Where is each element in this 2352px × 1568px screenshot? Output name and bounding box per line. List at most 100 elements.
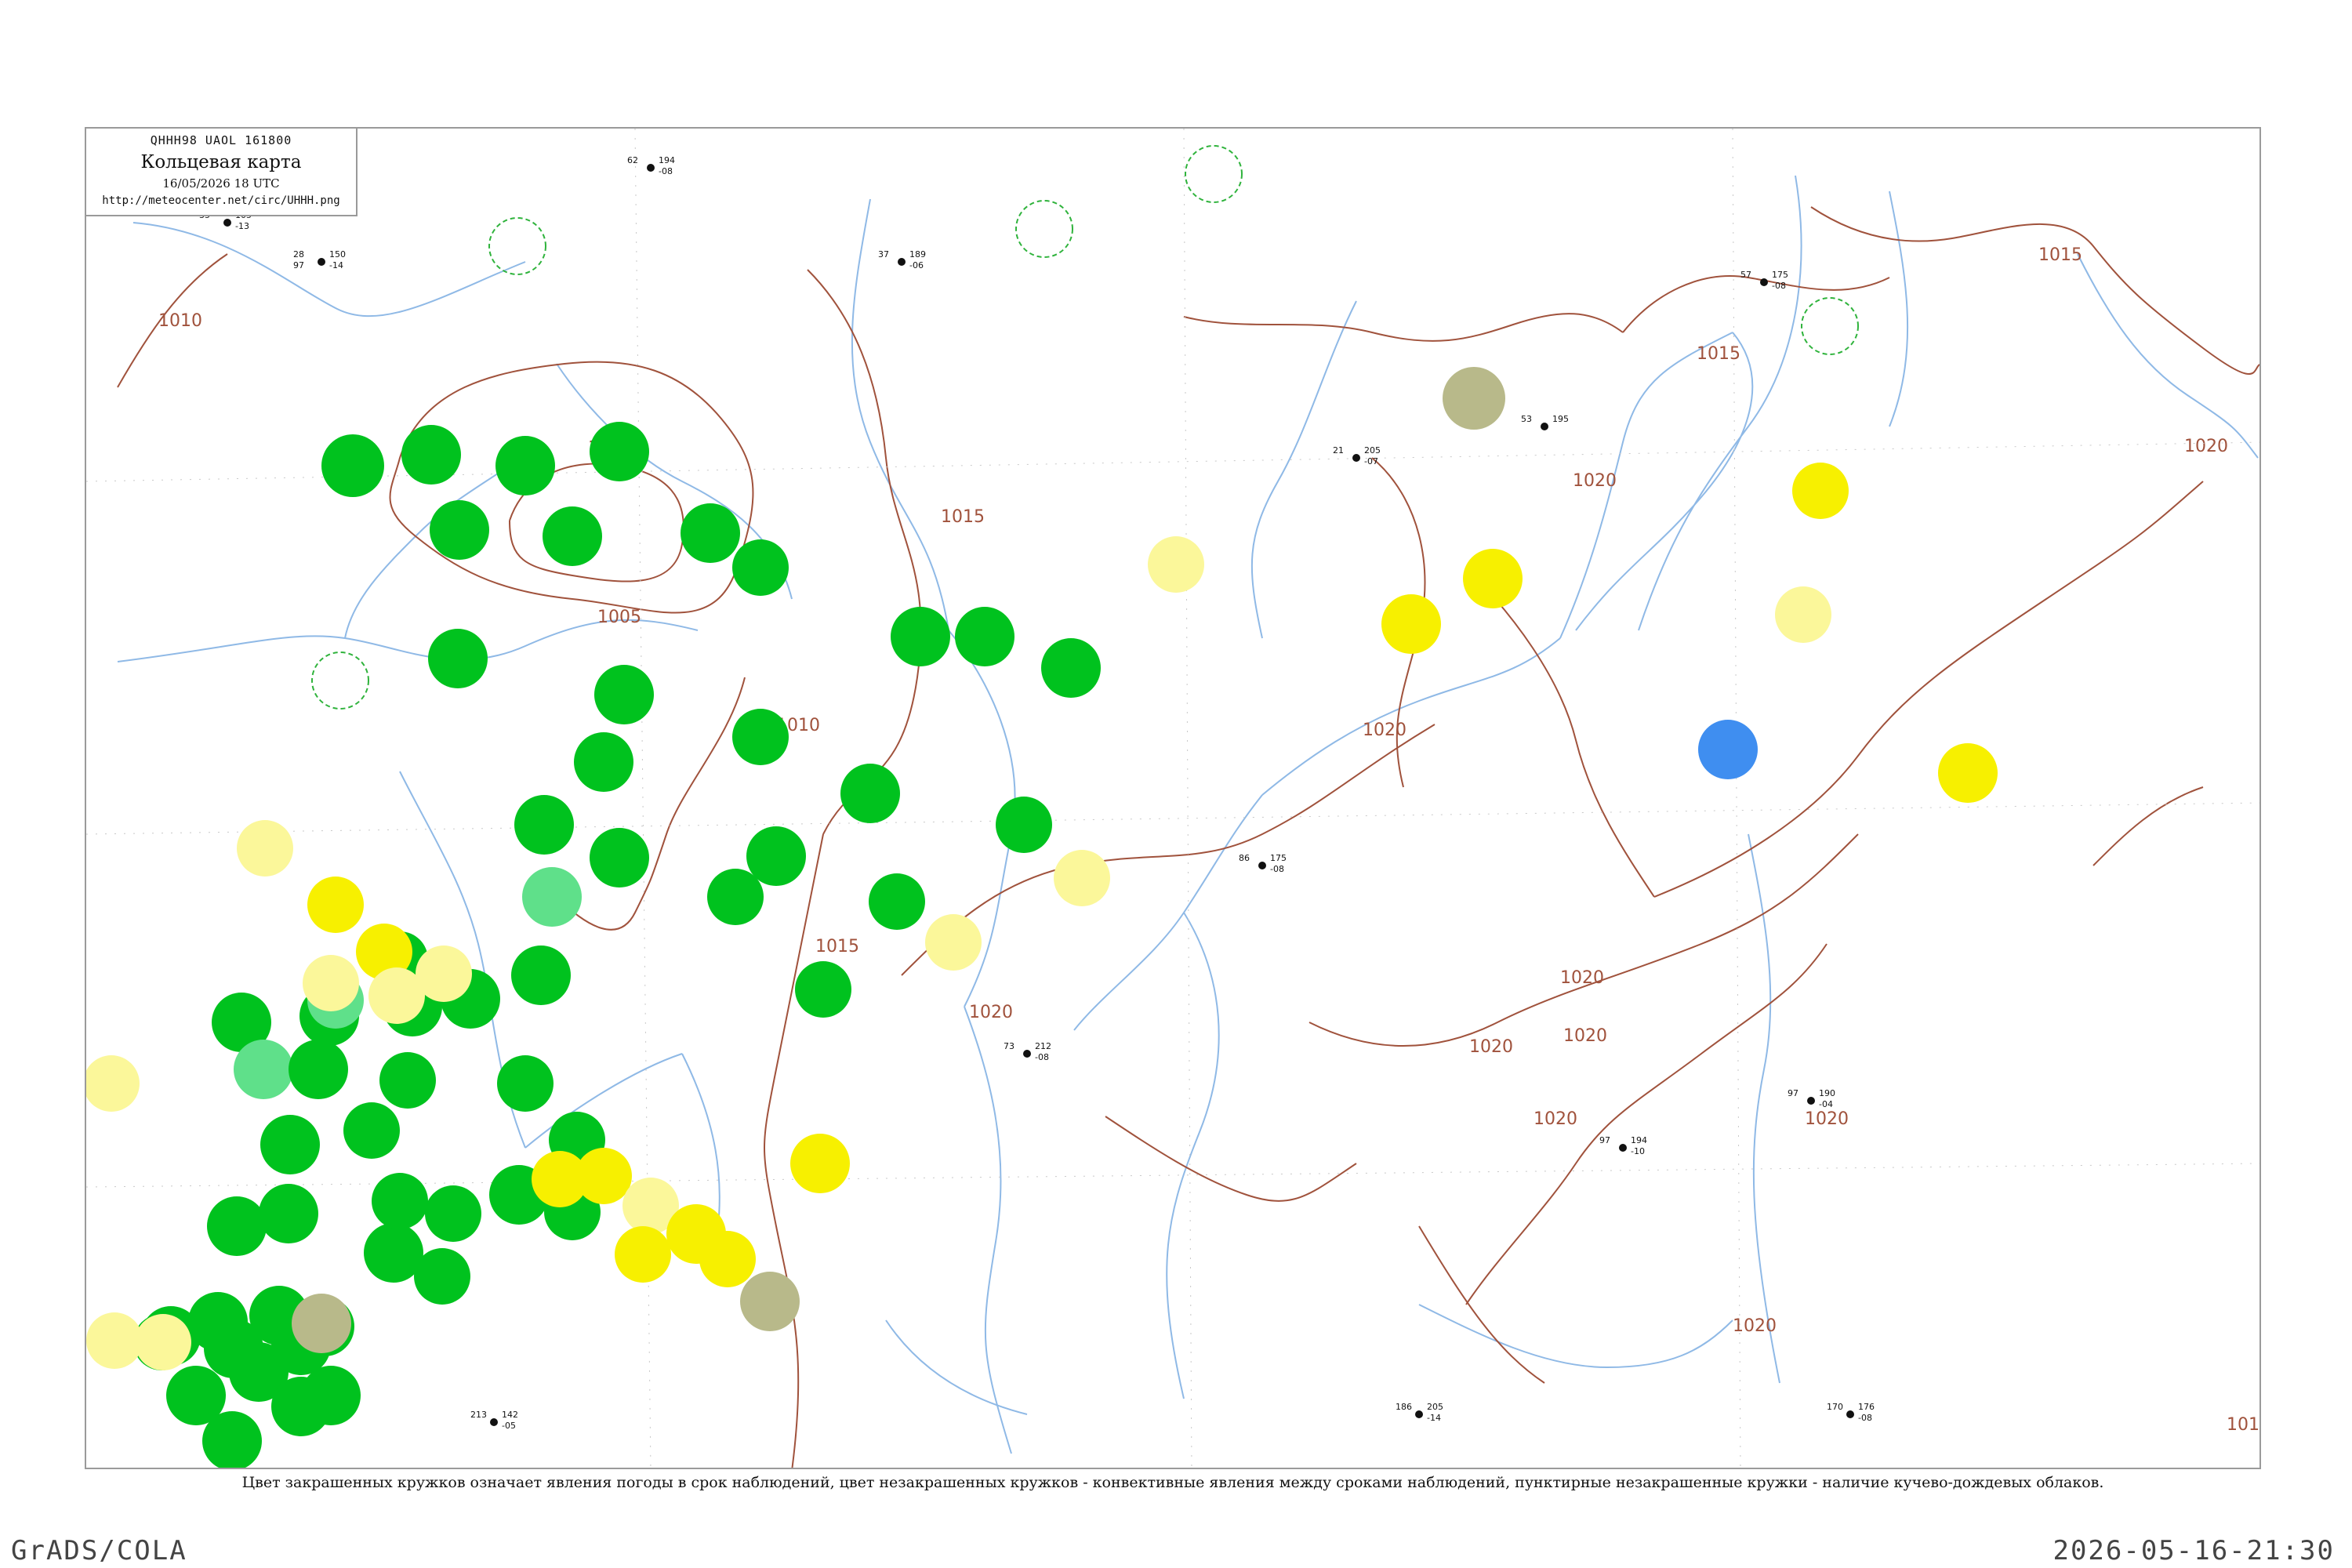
station-plot: 97 190-04 (1788, 1088, 1835, 1109)
svg-text:-07: -07 (1364, 456, 1378, 466)
svg-text:73: 73 (1004, 1041, 1014, 1051)
svg-text:-08: -08 (1270, 864, 1284, 874)
weather-circle (416, 946, 472, 1002)
weather-circle (732, 539, 789, 596)
weather-circle (495, 436, 555, 495)
svg-text:212: 212 (1035, 1041, 1051, 1051)
weather-circle (1463, 549, 1523, 608)
weather-circle (321, 434, 384, 497)
isobar-label: 1020 (1563, 1026, 1607, 1046)
svg-text:-04: -04 (1819, 1099, 1833, 1109)
map-title: Кольцевая карта (140, 152, 302, 172)
svg-text:-13: -13 (235, 221, 249, 231)
weather-circle (514, 795, 574, 855)
station-plot: 170 176-08 (1827, 1402, 1875, 1423)
svg-text:-08: -08 (659, 166, 673, 176)
weather-circle (303, 955, 359, 1011)
svg-text:53: 53 (1521, 414, 1532, 424)
weather-circle (379, 1052, 436, 1109)
station-plot: 53 195 (1521, 414, 1569, 430)
weather-circle (234, 1040, 293, 1099)
weather-circle (207, 1196, 267, 1256)
svg-text:37: 37 (878, 249, 889, 260)
weather-circle (202, 1411, 262, 1468)
svg-text:86: 86 (1239, 853, 1250, 863)
isobar-label: 1020 (1805, 1109, 1849, 1129)
weather-circle (259, 1184, 318, 1243)
weather-circle (996, 797, 1052, 853)
weather-circle (1041, 638, 1101, 698)
weather-circle (1792, 463, 1849, 519)
svg-text:-14: -14 (1427, 1413, 1441, 1423)
svg-text:-08: -08 (1858, 1413, 1872, 1423)
weather-circle (732, 709, 789, 765)
weather-circle (1775, 586, 1831, 643)
svg-text:-10: -10 (1631, 1146, 1645, 1156)
svg-text:97: 97 (293, 260, 304, 270)
svg-text:62: 62 (627, 155, 638, 165)
station-plot: 57 175-08 (1740, 270, 1788, 291)
svg-text:21: 21 (1333, 445, 1344, 456)
weather-circle (271, 1377, 331, 1436)
isobar-label: 1015 (941, 507, 985, 527)
station-plot: 213 142-05 (470, 1410, 518, 1431)
station-plot: 2897 150-14 (293, 249, 346, 270)
weather-circle (237, 820, 293, 877)
isobar-label: 1015 (815, 937, 859, 956)
weather-circle (511, 946, 571, 1005)
map-datetime: 16/05/2026 18 UTC (162, 176, 280, 191)
isobar-label: 1005 (597, 608, 641, 627)
svg-text:186: 186 (1396, 1402, 1412, 1412)
isobar-label: 1020 (1733, 1316, 1777, 1336)
weather-circle (497, 1055, 554, 1112)
svg-text:175: 175 (1772, 270, 1788, 280)
svg-text:195: 195 (1552, 414, 1569, 424)
isobar-label: 1020 (1560, 968, 1604, 988)
weather-circle (590, 422, 649, 481)
station-plot: 73 212-08 (1004, 1041, 1051, 1062)
map-frame: 1010 1005 1010 1015 1020 1020 1020 1020 … (85, 127, 2261, 1469)
weather-circle (307, 877, 364, 933)
svg-text:176: 176 (1858, 1402, 1875, 1412)
weather-circle (1381, 594, 1441, 654)
isobar-label: 1010 (158, 311, 202, 331)
station-plot: 86 175-08 (1239, 853, 1287, 874)
weather-circle (795, 961, 851, 1018)
weather-circle (543, 506, 602, 566)
svg-text:-05: -05 (502, 1421, 516, 1431)
bulletin-code: QHHH98 UAOL 161800 (150, 133, 292, 147)
weather-circle (840, 764, 900, 823)
weather-circle (1054, 850, 1110, 906)
software-label: GrADS/COLA (11, 1535, 187, 1566)
isobar-label: 101 (2227, 1415, 2259, 1435)
svg-text:150: 150 (329, 249, 346, 260)
svg-text:194: 194 (659, 155, 675, 165)
map-url[interactable]: http://meteocenter.net/circ/UHHH.png (86, 194, 356, 207)
svg-text:-14: -14 (329, 260, 343, 270)
svg-text:170: 170 (1827, 1402, 1843, 1412)
svg-text:-08: -08 (1772, 281, 1786, 291)
weather-circle (86, 1312, 143, 1369)
svg-text:-08: -08 (1035, 1052, 1049, 1062)
weather-circle (740, 1272, 800, 1331)
weather-circle (204, 1319, 263, 1378)
station-plot: 37 189-06 (878, 249, 926, 270)
render-timestamp: 2026-05-16-21:30 (2053, 1535, 2335, 1566)
weather-circle (372, 1173, 428, 1229)
weather-circle (135, 1314, 191, 1370)
weather-circle (575, 1148, 632, 1204)
svg-text:205: 205 (1427, 1402, 1443, 1412)
isobar-label: 1015 (2038, 245, 2082, 265)
station-plot: 62 194-08 (627, 155, 675, 176)
weather-circle (428, 629, 488, 688)
map-legend-box: QHHH98 UAOL 161800 Кольцевая карта 16/05… (86, 129, 358, 216)
svg-text:97: 97 (1599, 1135, 1610, 1145)
weather-circle (707, 869, 764, 925)
weather-circle (292, 1294, 351, 1353)
station-plot: 186 205-14 (1396, 1402, 1443, 1423)
svg-text:189: 189 (909, 249, 926, 260)
svg-text:-06: -06 (909, 260, 924, 270)
synoptic-map: 1010 1005 1010 1015 1020 1020 1020 1020 … (86, 129, 2259, 1468)
isobar-label: 1020 (2184, 437, 2228, 456)
weather-circle (522, 867, 582, 927)
